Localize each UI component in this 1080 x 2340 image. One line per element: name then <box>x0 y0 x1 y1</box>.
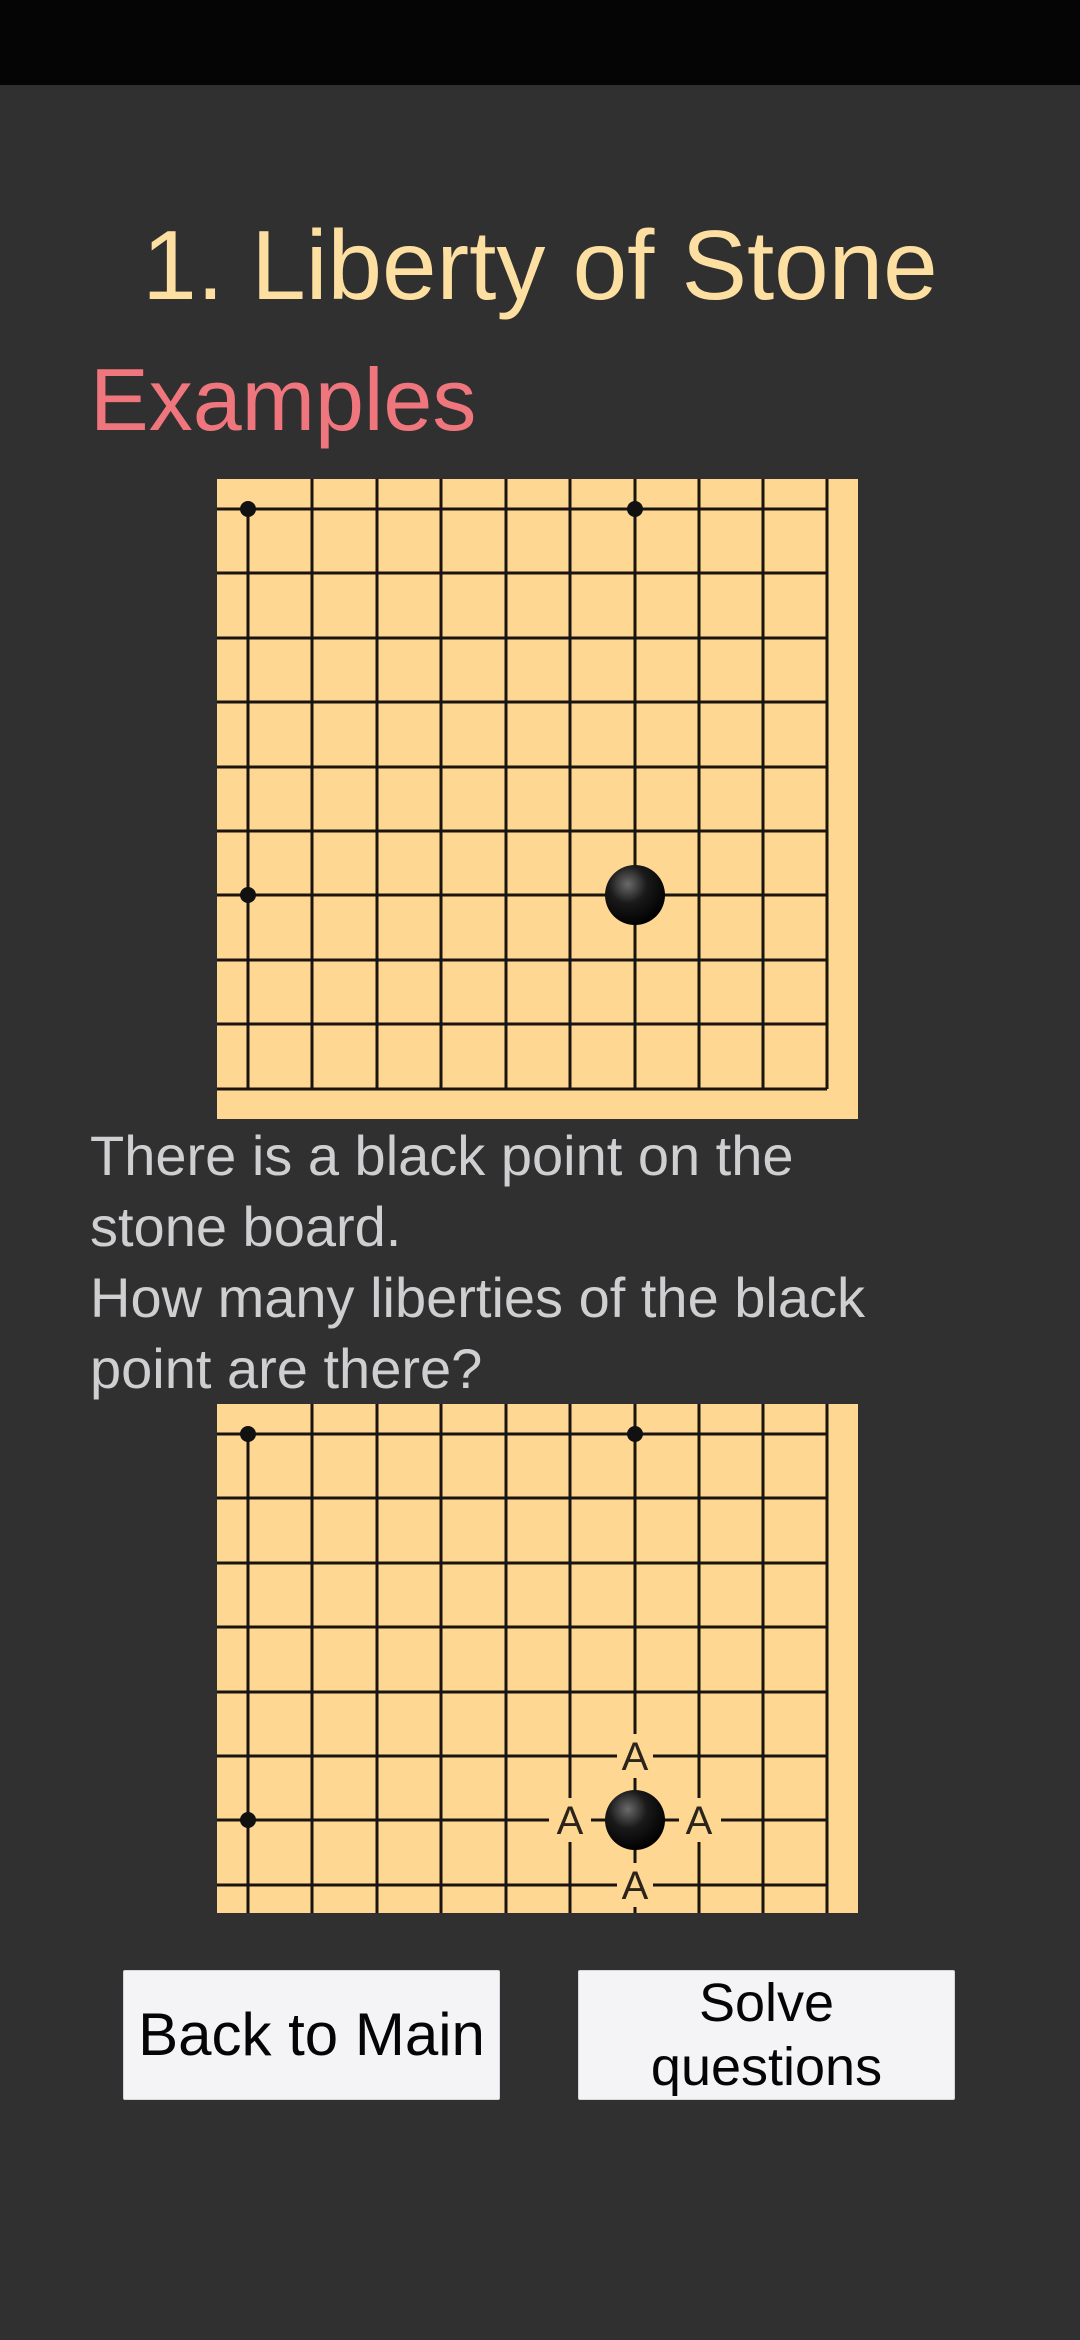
description-line: stone board. <box>90 1195 402 1258</box>
star-point <box>240 887 256 903</box>
go-board-grid: A A A A <box>217 1404 829 1913</box>
liberty-marker-bottom: A <box>622 1864 649 1908</box>
description-line: point are there? <box>90 1337 483 1400</box>
star-point <box>627 501 643 517</box>
section-heading-examples: Examples <box>90 350 477 449</box>
star-point <box>627 1426 643 1442</box>
description-line: There is a black point on the <box>90 1124 794 1187</box>
liberty-marker-left: A <box>557 1799 584 1843</box>
black-stone <box>605 1790 665 1850</box>
black-stone <box>605 865 665 925</box>
solve-button-label-line1: Solve <box>698 1973 835 2033</box>
go-board-example <box>217 479 858 1119</box>
page-title: 1. Liberty of Stone <box>142 210 938 320</box>
liberty-marker-right: A <box>686 1799 713 1843</box>
liberty-marker-top: A <box>622 1735 649 1779</box>
back-to-main-button[interactable]: Back to Main <box>123 1970 500 2100</box>
star-point <box>240 1812 256 1828</box>
star-point <box>240 501 256 517</box>
solve-button-label-line2: questions <box>650 2037 883 2097</box>
status-bar <box>0 0 1080 85</box>
solve-questions-button[interactable]: Solve questions <box>578 1970 955 2100</box>
go-board-grid <box>217 479 829 1091</box>
example-description: There is a black point on the stone boar… <box>90 1120 1050 1404</box>
description-line: How many liberties of the black <box>90 1266 866 1329</box>
star-point <box>240 1426 256 1442</box>
go-board-liberties: A A A A <box>217 1404 858 1913</box>
